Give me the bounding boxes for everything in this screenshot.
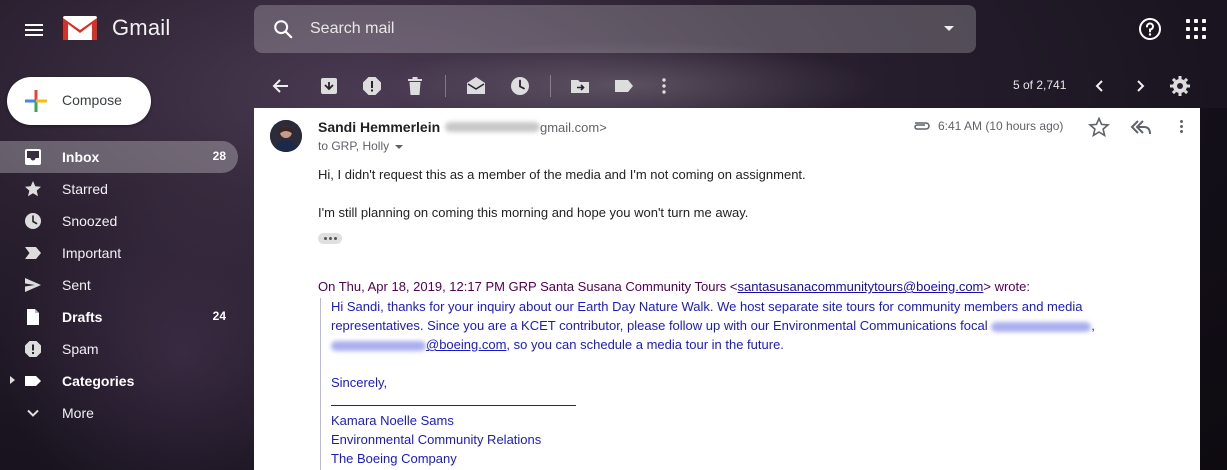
expand-arrow-icon[interactable]: [10, 376, 15, 384]
sidebar-nav: Inbox 28 Starred Snoozed Important Sent …: [0, 141, 240, 429]
send-icon: [25, 278, 41, 292]
star-icon: [25, 181, 41, 197]
clock-icon: [25, 213, 41, 229]
gmail-logo-text: Gmail: [112, 15, 171, 40]
sidebar-item-label: Drafts: [62, 309, 103, 325]
sender-name[interactable]: Sandi Hemmerlein: [318, 119, 440, 135]
report-spam-icon[interactable]: [361, 75, 383, 97]
settings-gear-icon[interactable]: [1169, 75, 1191, 97]
redacted-email: [445, 122, 540, 132]
sidebar-item-spam[interactable]: Spam: [0, 333, 238, 365]
toolbar-divider: [550, 75, 551, 97]
sidebar-item-drafts[interactable]: Drafts 24: [0, 301, 238, 333]
scrollbar-track[interactable]: [1200, 108, 1227, 470]
page-count: 5 of 2,741: [1013, 78, 1067, 92]
show-details-caret-icon[interactable]: [395, 145, 404, 149]
avatar-photo: [270, 120, 302, 152]
quote-header: On Thu, Apr 18, 2019, 12:17 PM GRP Santa…: [318, 279, 1030, 294]
sender-avatar[interactable]: [270, 120, 302, 152]
older-chevron-icon[interactable]: [1129, 75, 1151, 97]
sidebar-item-starred[interactable]: Starred: [0, 173, 238, 205]
quoted-text-line: Hi Sandi, thanks for your inquiry about …: [331, 299, 1083, 314]
sidebar-item-label: More: [62, 405, 94, 421]
recipients-text: to GRP, Holly: [318, 139, 390, 153]
sidebar-item-label: Spam: [62, 341, 99, 357]
search-input[interactable]: [310, 20, 910, 38]
signature-title: Environmental Community Relations: [331, 432, 542, 447]
quoted-text: , so you can schedule a media tour in th…: [506, 337, 784, 352]
message-toolbar: 5 of 2,741: [254, 64, 1227, 108]
sidebar-item-label: Sent: [62, 277, 91, 293]
newer-chevron-icon[interactable]: [1089, 75, 1111, 97]
show-trimmed-content-button[interactable]: [318, 233, 342, 244]
draft-icon: [27, 309, 39, 325]
sender-email: gmail.com>: [540, 120, 607, 135]
help-icon[interactable]: [1138, 17, 1162, 41]
sign-off: Sincerely,: [331, 375, 388, 390]
back-arrow-icon[interactable]: [270, 75, 292, 97]
quoted-text: representatives. Since you are a KCET co…: [331, 318, 988, 333]
snooze-icon[interactable]: [509, 75, 531, 97]
label-icon: [25, 376, 41, 386]
recipients-line[interactable]: to GRP, Holly: [318, 139, 404, 153]
message-body-line: Hi, I didn't request this as a member of…: [318, 167, 806, 182]
quote-header-suffix: > wrote:: [983, 279, 1030, 294]
sidebar-item-inbox[interactable]: Inbox 28: [0, 141, 238, 173]
attachment-paperclip-icon: [914, 122, 930, 130]
compose-button[interactable]: Compose: [7, 77, 151, 125]
sidebar-item-more[interactable]: More: [0, 397, 238, 429]
sidebar-item-label: Important: [62, 245, 122, 261]
quoted-email-link[interactable]: @boeing.com: [426, 337, 506, 352]
redacted-name: [991, 321, 1092, 332]
unread-count: 28: [212, 149, 226, 163]
more-vert-icon[interactable]: [1172, 117, 1190, 135]
top-bar: Gmail: [0, 0, 1227, 62]
quote-border: [320, 298, 321, 470]
search-options-icon[interactable]: [944, 26, 954, 31]
redacted-email: [331, 340, 426, 351]
quoted-text: ,: [1091, 318, 1095, 333]
move-to-icon[interactable]: [569, 75, 591, 97]
label-as-icon[interactable]: [613, 75, 635, 97]
sidebar-item-important[interactable]: Important: [0, 237, 238, 269]
quoted-text-line: @boeing.com, so you can schedule a media…: [331, 337, 784, 352]
spam-icon: [25, 341, 41, 357]
gmail-envelope-icon: [63, 16, 97, 40]
message-view: Sandi Hemmerlein gmail.com> to GRP, Holl…: [254, 108, 1200, 470]
quoted-sender-link[interactable]: santasusanacommunitytours@boeing.com: [738, 279, 984, 294]
delete-icon[interactable]: [404, 75, 426, 97]
gmail-logo[interactable]: Gmail: [62, 14, 170, 42]
sidebar-item-snoozed[interactable]: Snoozed: [0, 205, 238, 237]
quoted-text-line: representatives. Since you are a KCET co…: [331, 318, 1095, 333]
search-icon[interactable]: [272, 18, 294, 40]
quote-header-prefix: On Thu, Apr 18, 2019, 12:17 PM GRP Santa…: [318, 279, 738, 294]
sidebar-item-categories[interactable]: Categories: [0, 365, 238, 397]
sidebar-item-label: Inbox: [62, 149, 100, 165]
signature-name: Kamara Noelle Sams: [331, 413, 454, 428]
important-icon: [25, 247, 41, 259]
draft-count: 24: [212, 309, 226, 323]
main-menu-button[interactable]: [18, 14, 50, 46]
message-timestamp: 6:41 AM (10 hours ago): [938, 119, 1064, 133]
sidebar-item-label: Categories: [62, 373, 135, 389]
mark-unread-icon[interactable]: [465, 75, 487, 97]
toolbar-divider: [445, 75, 446, 97]
sidebar-item-label: Starred: [62, 181, 108, 197]
signature-rule: [331, 405, 576, 406]
message-body-line: I'm still planning on coming this mornin…: [318, 205, 749, 220]
inbox-icon: [25, 149, 41, 165]
sidebar-item-label: Snoozed: [62, 213, 118, 229]
chevron-down-icon: [27, 409, 39, 417]
plus-icon: [25, 90, 47, 112]
star-outline-icon[interactable]: [1088, 116, 1110, 138]
compose-label: Compose: [62, 92, 122, 108]
apps-grid-icon[interactable]: [1186, 19, 1206, 39]
archive-icon[interactable]: [318, 75, 340, 97]
reply-all-icon[interactable]: [1128, 116, 1152, 138]
sidebar-item-sent[interactable]: Sent: [0, 269, 238, 301]
signature-company: The Boeing Company: [331, 451, 457, 466]
more-vert-icon[interactable]: [653, 75, 675, 97]
search-bar[interactable]: [254, 5, 976, 53]
